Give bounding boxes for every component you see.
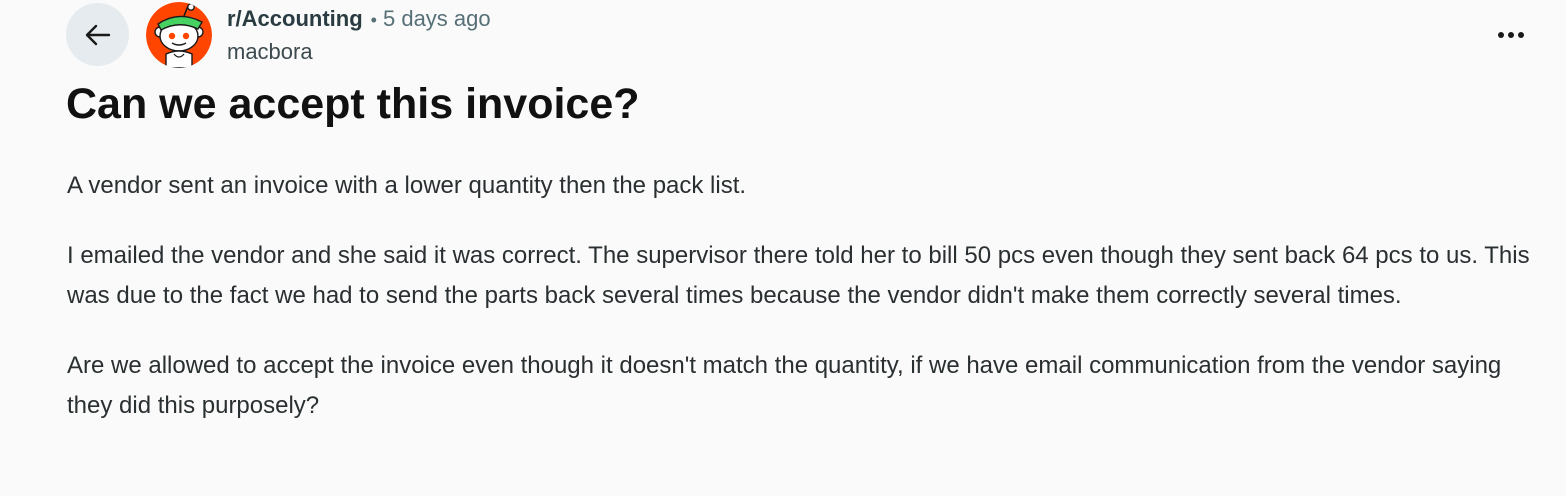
meta-separator: • xyxy=(370,10,377,30)
back-button[interactable] xyxy=(66,3,129,66)
post-paragraph: Are we allowed to accept the invoice eve… xyxy=(67,352,1502,419)
post-title: Can we accept this invoice? xyxy=(66,80,640,128)
more-options-button[interactable] xyxy=(1494,20,1530,50)
subreddit-link[interactable]: r/Accounting xyxy=(227,6,363,31)
post-page: r/Accounting • 5 days ago macbora Can we a… xyxy=(0,0,1566,496)
post-meta: r/Accounting • 5 days ago xyxy=(227,4,491,35)
post-body: A vendor sent an invoice with a lower qu… xyxy=(67,166,1537,456)
avatar[interactable] xyxy=(146,2,212,68)
post-paragraph: A vendor sent an invoice with a lower qu… xyxy=(67,172,747,199)
post-time: 5 days ago xyxy=(382,6,491,31)
reddit-snoo-avatar-icon xyxy=(146,2,212,68)
post-paragraph: I emailed the vendor and she said it was… xyxy=(67,242,1530,309)
more-horizontal-icon xyxy=(1498,32,1524,38)
arrow-left-icon xyxy=(85,24,110,45)
author-link[interactable]: macbora xyxy=(227,37,313,67)
